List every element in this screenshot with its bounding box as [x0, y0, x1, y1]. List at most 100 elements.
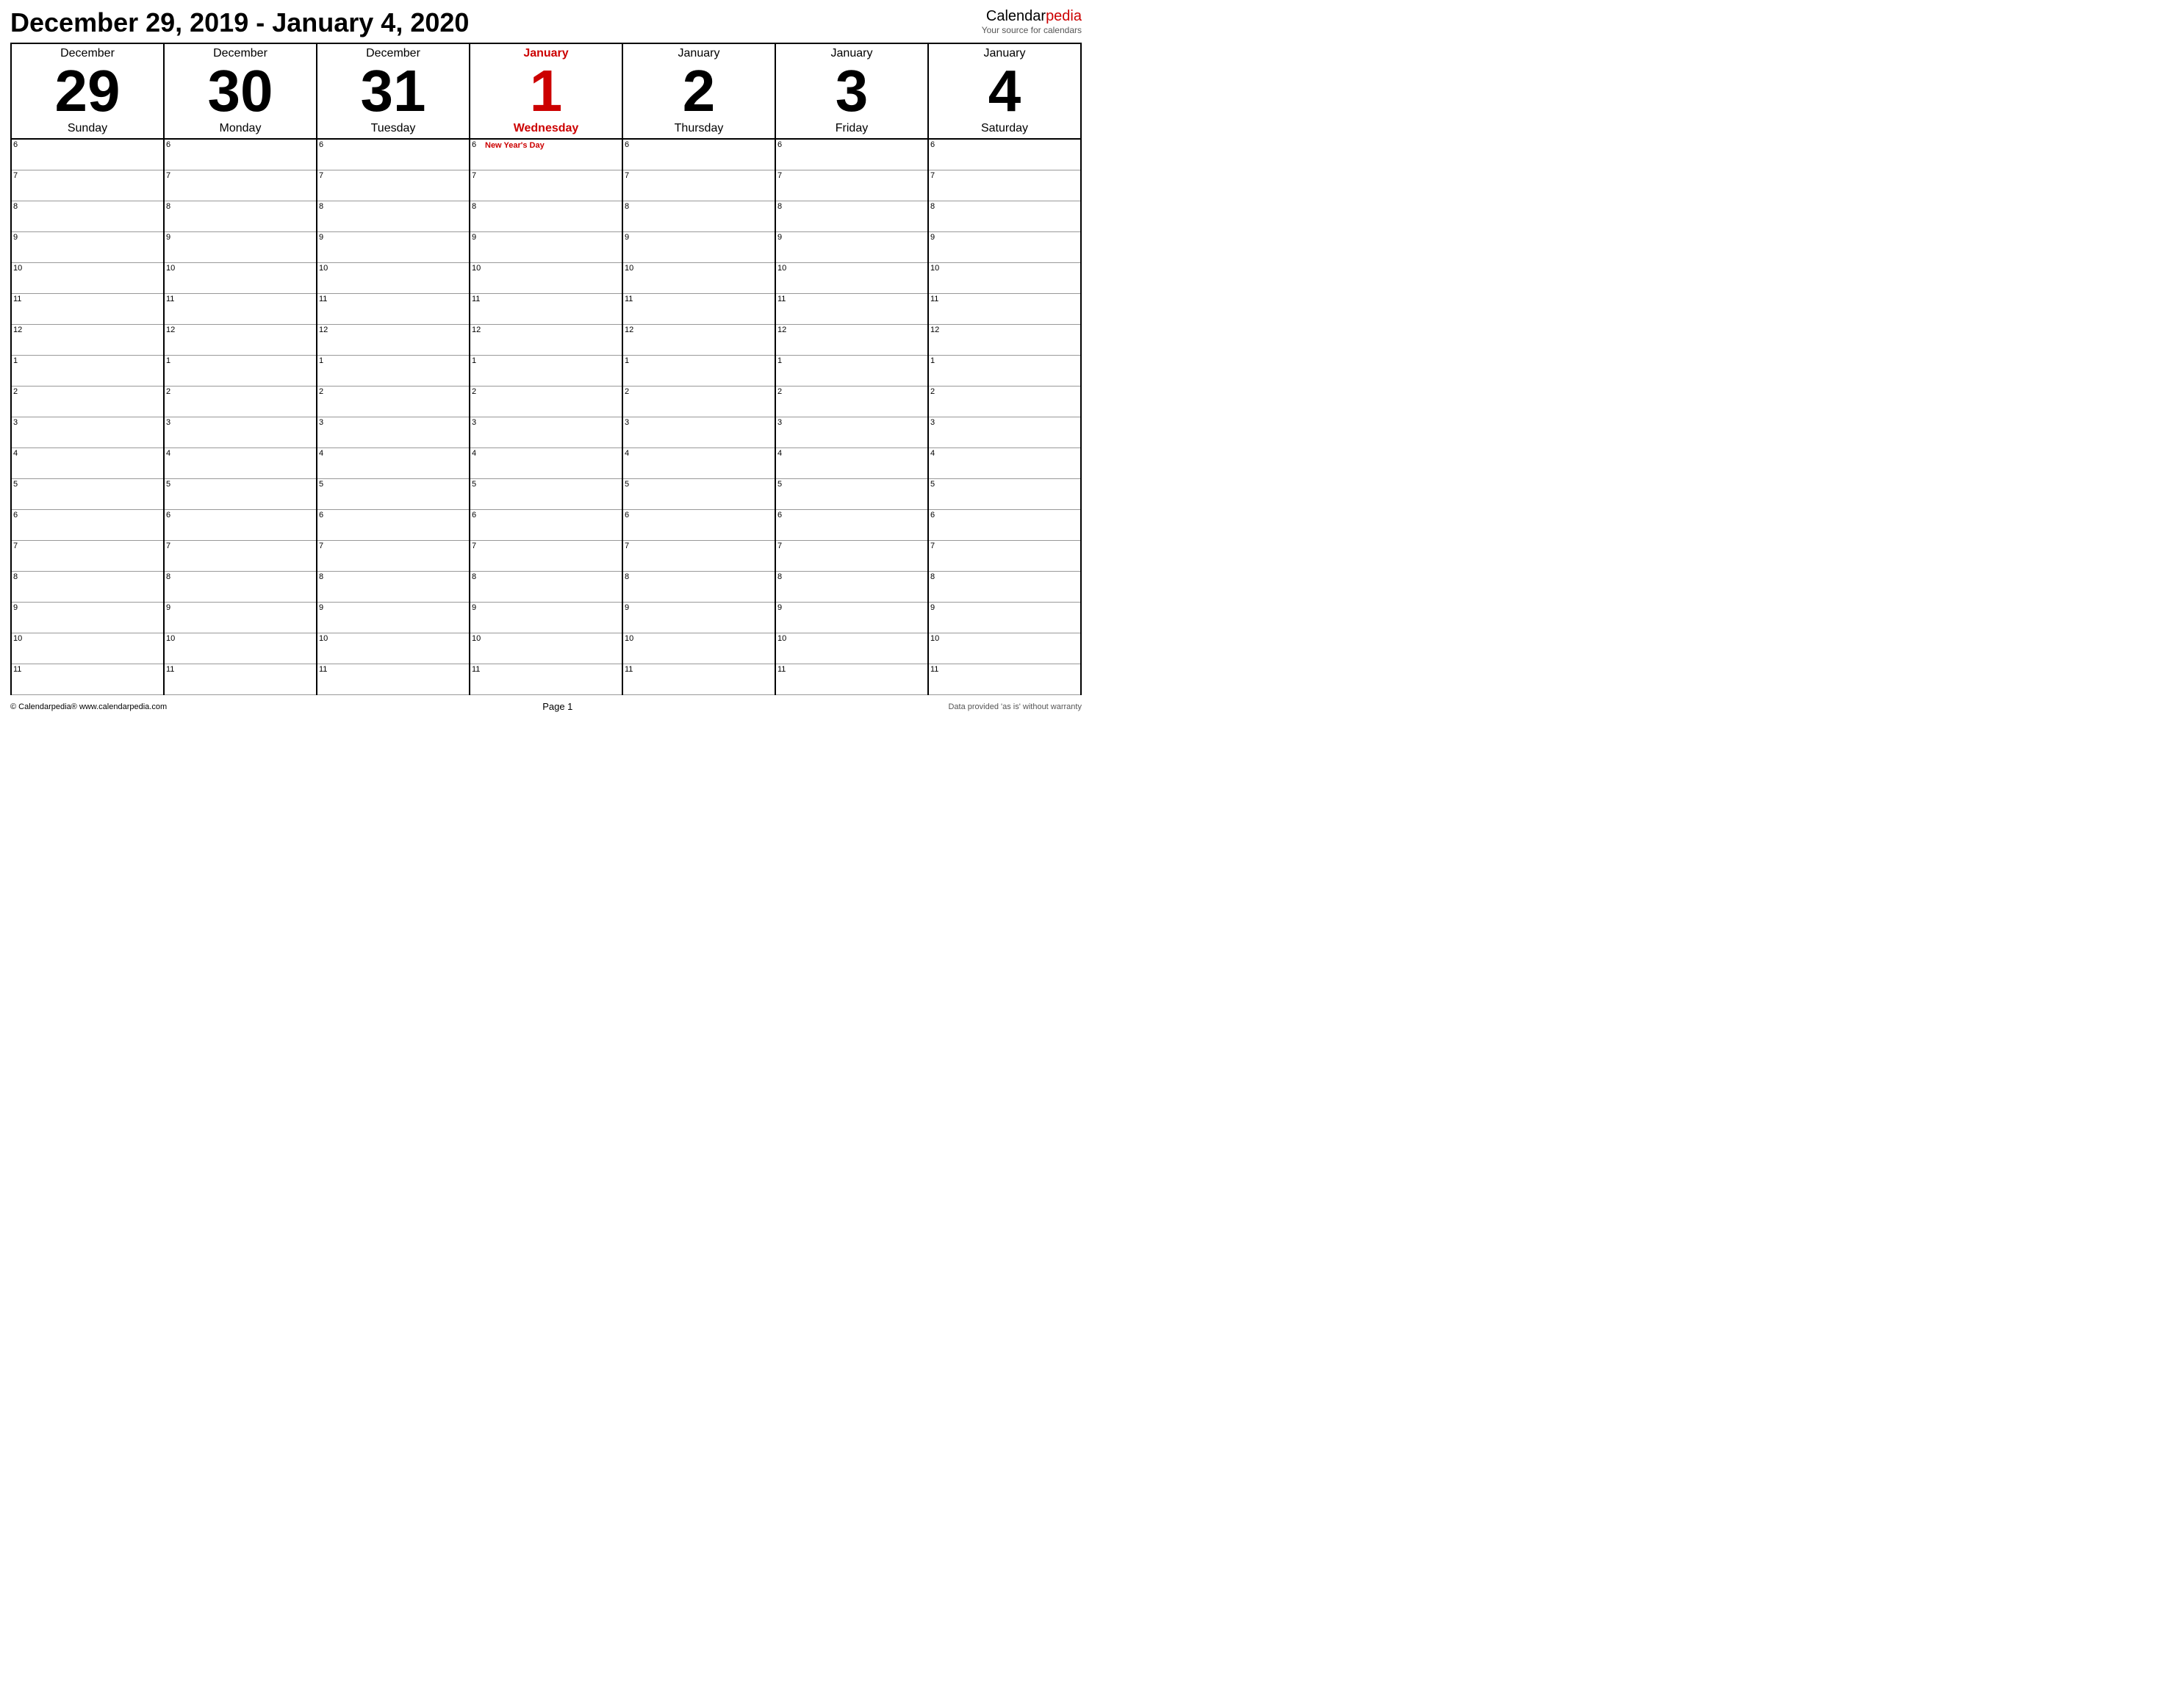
time-label-1-4: 10 [165, 265, 178, 273]
time-label-2-2: 8 [317, 203, 331, 211]
time-row-6-14: 8 [929, 572, 1080, 603]
time-row-5-14: 8 [776, 572, 927, 603]
time-label-1-9: 3 [165, 419, 178, 427]
time-label-1-17: 11 [165, 666, 178, 674]
time-row-4-6: 12 [623, 325, 775, 356]
day-name-6: Saturday [930, 122, 1079, 135]
time-row-0-13: 7 [12, 541, 163, 572]
time-label-6-3: 9 [929, 234, 942, 242]
time-row-5-1: 7 [776, 170, 927, 201]
time-label-2-13: 7 [317, 542, 331, 550]
time-label-1-15: 9 [165, 604, 178, 612]
time-label-3-9: 3 [470, 419, 484, 427]
day-column-3: 6New Year's Day7891011121234567891011 [470, 140, 623, 695]
time-row-6-3: 9 [929, 232, 1080, 263]
time-label-5-9: 3 [776, 419, 789, 427]
brand-pedia: pedia [1046, 8, 1082, 24]
time-label-5-15: 9 [776, 604, 789, 612]
calendar-page: December 29, 2019 - January 4, 2020 Cale… [0, 0, 1092, 846]
time-label-5-12: 6 [776, 511, 789, 520]
time-row-1-12: 6 [165, 510, 316, 541]
day-column-4: 67891011121234567891011 [623, 140, 776, 695]
time-row-2-1: 7 [317, 170, 469, 201]
time-row-1-5: 11 [165, 294, 316, 325]
time-row-1-17: 11 [165, 664, 316, 695]
time-row-2-15: 9 [317, 603, 469, 633]
time-row-0-8: 2 [12, 387, 163, 417]
time-label-4-9: 3 [623, 419, 636, 427]
time-row-1-16: 10 [165, 633, 316, 664]
time-row-0-0: 6 [12, 140, 163, 170]
time-row-3-4: 10 [470, 263, 622, 294]
time-row-0-11: 5 [12, 479, 163, 510]
time-row-1-10: 4 [165, 448, 316, 479]
time-row-4-12: 6 [623, 510, 775, 541]
time-label-2-16: 10 [317, 635, 331, 643]
time-label-2-1: 7 [317, 172, 331, 180]
time-row-5-9: 3 [776, 417, 927, 448]
time-label-6-14: 8 [929, 573, 942, 581]
time-row-1-0: 6 [165, 140, 316, 170]
time-label-2-3: 9 [317, 234, 331, 242]
time-row-5-7: 1 [776, 356, 927, 387]
time-label-0-2: 8 [12, 203, 25, 211]
time-row-5-17: 11 [776, 664, 927, 695]
time-label-6-1: 7 [929, 172, 942, 180]
time-label-5-14: 8 [776, 573, 789, 581]
time-row-4-8: 2 [623, 387, 775, 417]
time-row-1-3: 9 [165, 232, 316, 263]
time-row-2-12: 6 [317, 510, 469, 541]
page-title: December 29, 2019 - January 4, 2020 [10, 7, 469, 38]
time-label-2-14: 8 [317, 573, 331, 581]
time-row-3-3: 9 [470, 232, 622, 263]
time-row-3-9: 3 [470, 417, 622, 448]
time-row-3-15: 9 [470, 603, 622, 633]
time-row-5-0: 6 [776, 140, 927, 170]
time-label-3-6: 12 [470, 326, 484, 334]
time-row-6-10: 4 [929, 448, 1080, 479]
time-label-1-16: 10 [165, 635, 178, 643]
time-label-4-4: 10 [623, 265, 636, 273]
time-label-6-0: 6 [929, 141, 942, 149]
time-label-6-15: 9 [929, 604, 942, 612]
time-row-2-16: 10 [317, 633, 469, 664]
time-row-3-16: 10 [470, 633, 622, 664]
time-label-6-17: 11 [929, 666, 942, 674]
time-label-6-6: 12 [929, 326, 942, 334]
day-name-3: Wednesday [472, 122, 620, 135]
time-label-5-4: 10 [776, 265, 789, 273]
time-label-0-8: 2 [12, 388, 25, 396]
time-label-4-16: 10 [623, 635, 636, 643]
time-label-2-6: 12 [317, 326, 331, 334]
day-column-0: 67891011121234567891011 [12, 140, 165, 695]
time-label-6-11: 5 [929, 481, 942, 489]
time-row-5-5: 11 [776, 294, 927, 325]
time-label-6-10: 4 [929, 450, 942, 458]
time-label-5-7: 1 [776, 357, 789, 365]
time-row-0-14: 8 [12, 572, 163, 603]
time-label-3-16: 10 [470, 635, 484, 643]
time-label-3-7: 1 [470, 357, 484, 365]
time-label-2-17: 11 [317, 666, 331, 674]
time-row-1-4: 10 [165, 263, 316, 294]
time-label-5-13: 7 [776, 542, 789, 550]
new-years-day-event: New Year's Day [484, 141, 545, 150]
time-label-1-7: 1 [165, 357, 178, 365]
time-row-2-9: 3 [317, 417, 469, 448]
time-row-0-5: 11 [12, 294, 163, 325]
time-label-0-11: 5 [12, 481, 25, 489]
time-row-4-15: 9 [623, 603, 775, 633]
time-row-5-4: 10 [776, 263, 927, 294]
time-row-1-15: 9 [165, 603, 316, 633]
time-label-2-12: 6 [317, 511, 331, 520]
time-row-5-13: 7 [776, 541, 927, 572]
time-row-3-14: 8 [470, 572, 622, 603]
day-number-4: 2 [625, 62, 773, 121]
time-row-2-17: 11 [317, 664, 469, 695]
time-label-1-12: 6 [165, 511, 178, 520]
time-label-6-2: 8 [929, 203, 942, 211]
time-row-3-17: 11 [470, 664, 622, 695]
time-label-5-3: 9 [776, 234, 789, 242]
time-label-5-1: 7 [776, 172, 789, 180]
time-row-5-16: 10 [776, 633, 927, 664]
